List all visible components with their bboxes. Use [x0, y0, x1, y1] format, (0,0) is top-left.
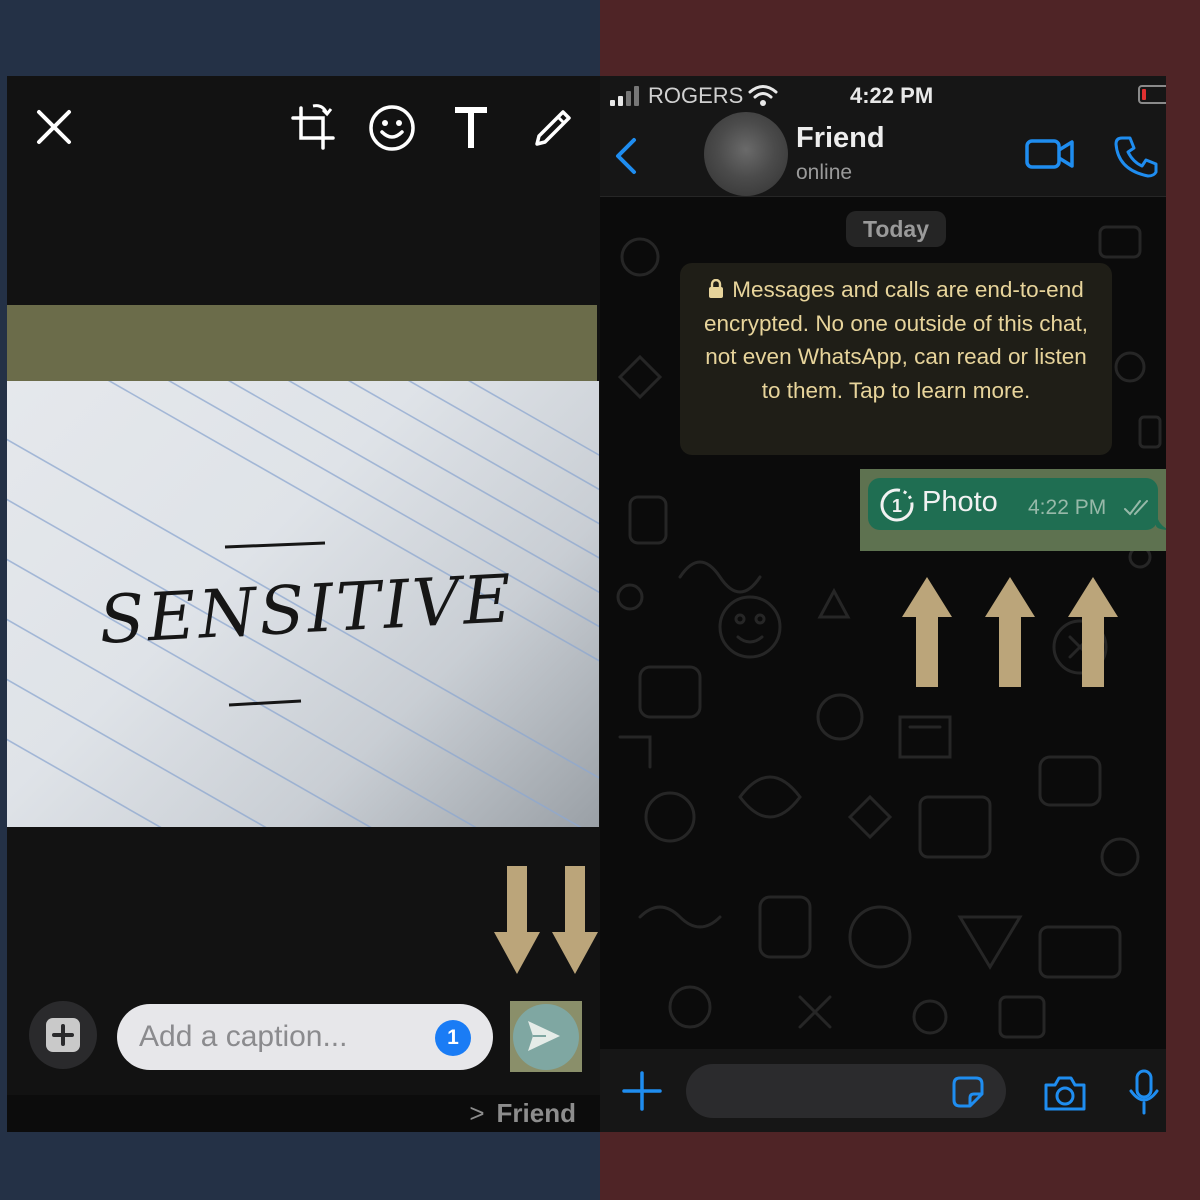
pencil-icon[interactable] [527, 102, 579, 154]
annotation-arrows-up [902, 577, 1118, 687]
message-time: 4:22 PM [1028, 496, 1107, 519]
back-icon[interactable] [612, 134, 640, 178]
photo-editor-screen: SENSITIVE Add a caption... 1 > Friend [7, 76, 600, 1132]
lock-icon [709, 279, 724, 298]
encryption-notice[interactable]: Messages and calls are end-to-end encryp… [680, 263, 1112, 455]
sent-message[interactable]: 1 Photo 4:22 PM [868, 478, 1166, 530]
recipient-bar: > Friend [7, 1095, 600, 1132]
contact-status: online [796, 161, 853, 184]
bubble-tail [1156, 512, 1166, 530]
encryption-notice-text: Messages and calls are end-to-end encryp… [704, 277, 1088, 403]
video-call-icon[interactable] [1024, 134, 1076, 174]
message-input-bar [600, 1049, 1166, 1132]
close-icon[interactable] [29, 102, 81, 154]
view-once-icon: 1 [880, 488, 914, 522]
text-icon[interactable] [445, 102, 497, 154]
view-once-count: 1 [892, 496, 902, 516]
camera-icon[interactable] [1042, 1073, 1088, 1113]
send-button[interactable] [510, 1001, 582, 1072]
chat-header: Friend online [600, 112, 1166, 197]
mic-icon[interactable] [1128, 1069, 1160, 1115]
clock: 4:22 PM [850, 83, 934, 108]
redaction-band [7, 305, 597, 381]
battery-icon [1138, 85, 1166, 104]
message-input[interactable] [686, 1064, 1006, 1118]
caption-input[interactable]: Add a caption... 1 [117, 1004, 493, 1070]
sticker-icon[interactable] [950, 1074, 986, 1110]
status-bar: ROGERS 4:22 PM [600, 76, 1166, 116]
carrier-name: ROGERS [648, 83, 744, 108]
view-once-button[interactable]: 1 [435, 1020, 471, 1056]
phone-call-icon[interactable] [1114, 134, 1158, 178]
crop-rotate-icon[interactable] [287, 102, 339, 154]
add-media-icon [46, 1018, 80, 1052]
photo-preview: SENSITIVE [7, 381, 599, 827]
annotation-arrows-down [494, 866, 598, 974]
recipient-label[interactable]: > Friend [469, 1098, 576, 1129]
emoji-icon[interactable] [366, 102, 418, 154]
date-label: Today [846, 211, 946, 247]
chat-screen: ROGERS 4:22 PM Friend online Today Messa… [600, 76, 1166, 1132]
avatar[interactable] [704, 112, 788, 196]
plus-icon[interactable] [620, 1069, 664, 1113]
signal-icon [610, 86, 639, 106]
delivered-ticks-icon [1124, 500, 1148, 516]
send-icon [528, 1021, 560, 1051]
chat-area[interactable]: Today Messages and calls are end-to-end … [600, 197, 1166, 1049]
wifi-icon [748, 85, 778, 106]
contact-name[interactable]: Friend [796, 122, 885, 155]
message-text: Photo [922, 486, 998, 518]
add-media-button[interactable] [29, 1001, 97, 1069]
caption-placeholder: Add a caption... [139, 1020, 348, 1053]
